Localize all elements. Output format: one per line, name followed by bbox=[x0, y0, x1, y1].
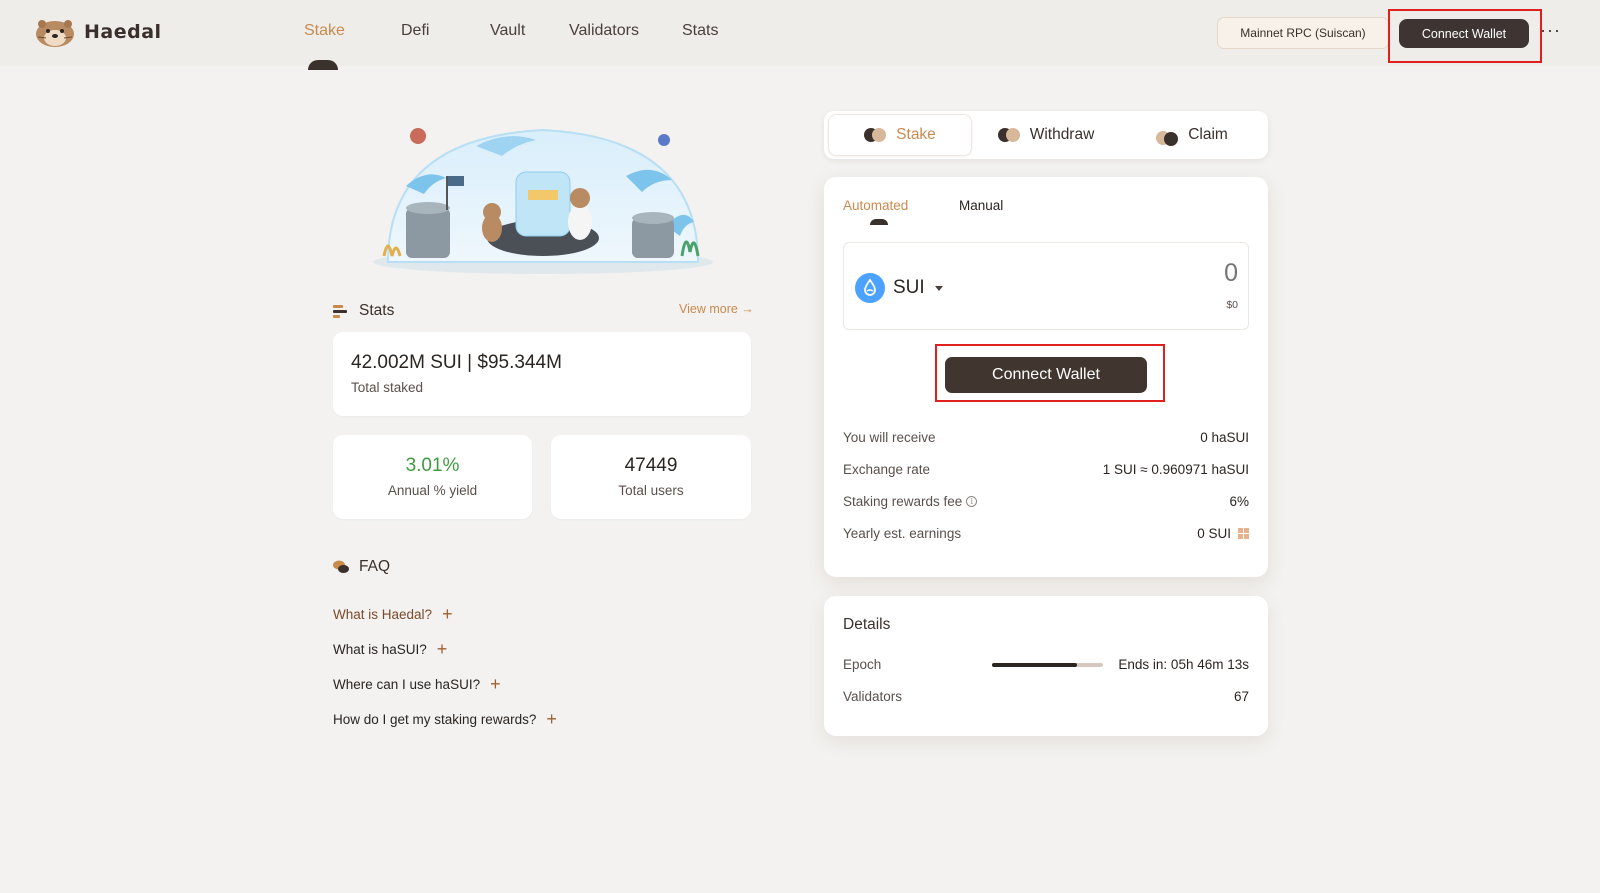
tab-claim[interactable]: Claim bbox=[1120, 114, 1264, 156]
stats-heading: Stats bbox=[333, 302, 394, 320]
token-symbol: SUI bbox=[893, 277, 925, 298]
validators-label: Validators bbox=[843, 689, 903, 704]
mode-active-indicator bbox=[870, 219, 888, 225]
exchange-rate-value: 1 SUI ≈ 0.960971 haSUI bbox=[1102, 462, 1249, 477]
rpc-selector-button[interactable]: Mainnet RPC (Suiscan) bbox=[1217, 17, 1389, 49]
fee-label-group: Staking rewards fee i bbox=[843, 494, 978, 509]
fee-label: Staking rewards fee bbox=[843, 494, 963, 509]
earnings-row: Yearly est. earnings 0 SUI bbox=[843, 526, 1249, 541]
faq-item-where-use-hasui[interactable]: Where can I use haSUI? + bbox=[333, 675, 501, 693]
amount-input-box: SUI $0 bbox=[843, 242, 1249, 330]
faq-question: What is haSUI? bbox=[333, 641, 427, 657]
stats-title: Stats bbox=[359, 302, 395, 319]
top-header: Haedal Stake Defi Vault Validators Stats… bbox=[0, 0, 1600, 70]
chat-bubbles-icon bbox=[333, 560, 349, 573]
validators-value: 67 bbox=[1233, 689, 1249, 704]
view-more-link[interactable]: View more → bbox=[679, 302, 754, 316]
stake-coins-icon bbox=[864, 128, 887, 142]
chevron-down-icon bbox=[934, 285, 943, 291]
plus-icon: + bbox=[546, 709, 557, 729]
info-icon[interactable]: i bbox=[966, 496, 978, 507]
faq-item-what-is-hasui[interactable]: What is haSUI? + bbox=[333, 640, 447, 658]
highlight-box-header bbox=[1388, 9, 1542, 63]
plus-icon: + bbox=[442, 604, 453, 624]
otter-logo-icon bbox=[36, 20, 74, 47]
total-users-label: Total users bbox=[618, 483, 684, 498]
epoch-progress-fill bbox=[992, 662, 1077, 667]
withdraw-coins-icon bbox=[997, 128, 1020, 142]
validators-row: Validators 67 bbox=[843, 689, 1249, 704]
faq-title: FAQ bbox=[359, 558, 391, 575]
fee-value: 6% bbox=[1229, 494, 1249, 509]
faq-item-what-is-haedal[interactable]: What is Haedal? + bbox=[333, 605, 453, 623]
calculator-icon[interactable] bbox=[1238, 528, 1249, 539]
apy-value: 3.01% bbox=[405, 455, 460, 476]
action-tabs: Stake Withdraw Claim bbox=[824, 111, 1268, 159]
exchange-rate-row: Exchange rate 1 SUI ≈ 0.960971 haSUI bbox=[843, 462, 1249, 477]
nav-vault[interactable]: Vault bbox=[490, 22, 525, 40]
sui-token-icon bbox=[855, 273, 885, 303]
faq-question: Where can I use haSUI? bbox=[333, 676, 481, 692]
amount-usd-value: $0 bbox=[1226, 299, 1238, 311]
tab-label: Claim bbox=[1188, 126, 1228, 143]
nav-validators[interactable]: Validators bbox=[569, 22, 639, 40]
plus-icon: + bbox=[490, 674, 501, 694]
fee-row: Staking rewards fee i 6% bbox=[843, 494, 1249, 509]
receive-label: You will receive bbox=[843, 430, 936, 445]
stats-icon bbox=[333, 305, 347, 318]
mode-tab-manual[interactable]: Manual bbox=[959, 198, 1003, 213]
faq-question: How do I get my staking rewards? bbox=[333, 711, 537, 727]
nav-stats[interactable]: Stats bbox=[682, 22, 718, 40]
tab-label: Withdraw bbox=[1029, 126, 1095, 143]
brand-logo[interactable]: Haedal bbox=[34, 15, 162, 49]
epoch-value-group: Ends in: 05h 46m 13s bbox=[992, 657, 1249, 672]
tab-stake[interactable]: Stake bbox=[828, 114, 972, 156]
total-staked-value: 42.002M SUI | $95.344M bbox=[351, 352, 562, 373]
epoch-progress-bar bbox=[992, 662, 1104, 667]
epoch-row: Epoch Ends in: 05h 46m 13s bbox=[843, 657, 1249, 672]
stake-form-card: Automated Manual SUI $0 Connect Wallet Y… bbox=[824, 177, 1268, 577]
earnings-label: Yearly est. earnings bbox=[843, 526, 962, 541]
receive-row: You will receive 0 haSUI bbox=[843, 430, 1249, 445]
nav-defi[interactable]: Defi bbox=[401, 22, 429, 40]
apy-label: Annual % yield bbox=[387, 483, 478, 498]
total-users-card: 47449 Total users bbox=[551, 435, 751, 519]
nav-active-indicator bbox=[308, 60, 338, 70]
total-staked-card: 42.002M SUI | $95.344M Total staked bbox=[333, 332, 751, 416]
token-selector[interactable]: SUI bbox=[855, 273, 943, 303]
total-users-value: 47449 bbox=[624, 455, 678, 476]
mode-tab-automated[interactable]: Automated bbox=[843, 198, 908, 213]
epoch-label: Epoch bbox=[843, 657, 882, 672]
total-staked-label: Total staked bbox=[351, 380, 424, 395]
epoch-countdown: Ends in: 05h 46m 13s bbox=[1118, 657, 1249, 672]
faq-heading: FAQ bbox=[333, 558, 390, 576]
details-title: Details bbox=[843, 616, 891, 633]
highlight-box-main bbox=[935, 344, 1165, 402]
claim-coins-icon bbox=[1156, 128, 1179, 146]
tab-label: Stake bbox=[896, 126, 936, 143]
earnings-value-group: 0 SUI bbox=[1197, 526, 1249, 541]
exchange-rate-label: Exchange rate bbox=[843, 462, 931, 477]
apy-card: 3.01% Annual % yield bbox=[333, 435, 532, 519]
stake-amount-input[interactable] bbox=[1038, 259, 1238, 288]
earnings-value: 0 SUI bbox=[1197, 526, 1231, 541]
nav-stake[interactable]: Stake bbox=[304, 22, 345, 40]
hero-illustration bbox=[373, 128, 713, 274]
faq-question: What is Haedal? bbox=[333, 606, 433, 622]
plus-icon: + bbox=[436, 639, 448, 659]
details-card: Details Epoch Ends in: 05h 46m 13s Valid… bbox=[824, 596, 1268, 736]
brand-name: Haedal bbox=[84, 21, 162, 43]
more-menu-icon[interactable]: ··· bbox=[1540, 20, 1561, 41]
faq-item-staking-rewards[interactable]: How do I get my staking rewards? + bbox=[333, 710, 557, 728]
tab-withdraw[interactable]: Withdraw bbox=[974, 114, 1118, 156]
receive-value: 0 haSUI bbox=[1200, 430, 1249, 445]
